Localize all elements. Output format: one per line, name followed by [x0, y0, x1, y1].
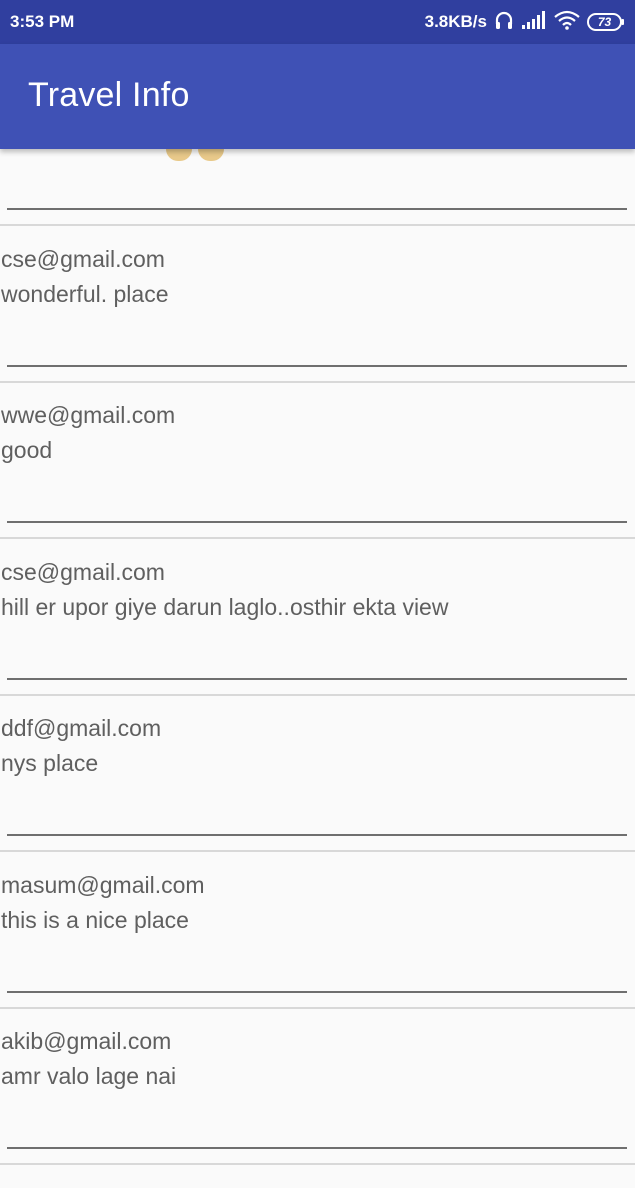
list-item: ddf@gmail.com nys place [0, 709, 635, 865]
review-email: ddf@gmail.com [1, 715, 162, 741]
row-underline [7, 1147, 627, 1149]
review-comment: amr valo lage nai [1, 1063, 177, 1089]
row-divider [0, 537, 635, 539]
list-item: cse@gmail.com wonderful. place [0, 240, 635, 396]
list-item: cse@gmail.com hill er upor giye darun la… [0, 553, 635, 709]
review-comment: wonderful. place [1, 281, 169, 307]
battery-icon: 73 [587, 13, 625, 31]
review-comment: nys place [1, 750, 99, 776]
row-underline [7, 991, 627, 993]
list-item [0, 149, 635, 239]
wifi-icon [554, 10, 580, 35]
row-underline [7, 208, 627, 210]
list-item: wwe@gmail.com good [0, 396, 635, 552]
row-underline [7, 521, 627, 523]
signal-icon [521, 10, 547, 34]
review-email: wwe@gmail.com [1, 402, 176, 428]
status-right-group: 3.8KB/s 73 [425, 10, 625, 35]
review-email: akib@gmail.com [1, 1028, 172, 1054]
row-divider [0, 1007, 635, 1009]
row-divider [0, 1163, 635, 1165]
review-email: cse@gmail.com [1, 559, 165, 585]
row-divider [0, 381, 635, 383]
list-item: masum@gmail.com this is a nice place [0, 866, 635, 1022]
review-comment: good [1, 437, 53, 463]
row-underline [7, 834, 627, 836]
page-title: Travel Info [28, 76, 190, 114]
row-divider [0, 694, 635, 696]
review-comment: hill er upor giye darun laglo..osthir ek… [1, 594, 449, 620]
row-divider [0, 850, 635, 852]
app-bar: Travel Info [0, 44, 635, 149]
review-list[interactable]: cse@gmail.com wonderful. place wwe@gmail… [0, 149, 635, 1188]
net-speed: 3.8KB/s [424, 12, 487, 31]
headphone-icon [494, 10, 514, 35]
row-divider [0, 224, 635, 226]
list-item: akib@gmail.com amr valo lage nai [0, 1022, 635, 1178]
row-underline [7, 678, 627, 680]
review-email: cse@gmail.com [1, 246, 165, 272]
status-time: 3:53 PM [10, 12, 75, 31]
review-comment: this is a nice place [1, 907, 189, 933]
status-bar: 3:53 PM 3.8KB/s 73 [0, 0, 635, 44]
review-email: masum@gmail.com [1, 872, 205, 898]
row-underline [7, 365, 627, 367]
battery-level: 73 [597, 15, 612, 29]
